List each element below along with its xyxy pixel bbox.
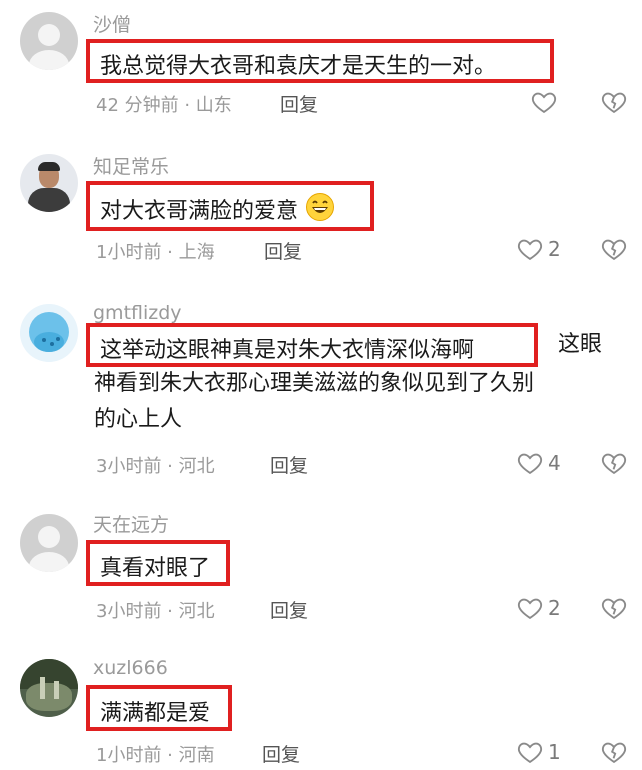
highlighted-comment-text: 真看对眼了 [86, 540, 230, 586]
comment-item: 知足常乐 对大衣哥满脸的爱意 1小时前 · 上海 回复 2 [0, 140, 642, 290]
heart-icon[interactable] [530, 88, 558, 116]
comment-text: 真看对眼了 [100, 556, 211, 581]
broken-heart-icon[interactable] [600, 235, 628, 263]
heart-icon[interactable] [516, 594, 544, 622]
highlighted-comment-text: 满满都是爱 [86, 685, 232, 731]
comment-time-location: 3小时前 · 河北 [96, 456, 215, 477]
username[interactable]: gmtflizdy [93, 302, 182, 324]
highlighted-comment-text: 我总觉得大衣哥和袁庆才是天生的一对。 [86, 39, 554, 83]
like-count: 1 [548, 740, 561, 764]
comment-time-location: 1小时前 · 上海 [96, 242, 215, 263]
username[interactable]: 知足常乐 [93, 152, 169, 179]
comment-text-continuation: 这眼 [558, 332, 603, 357]
username[interactable]: 天在远方 [93, 510, 169, 537]
like-count: 4 [548, 451, 561, 475]
comment-item: xuzl666 满满都是爱 1小时前 · 河南 回复 1 [0, 645, 642, 770]
comment-time-location: 3小时前 · 河北 [96, 601, 215, 622]
comment-text-continuation: 的心上人 [94, 407, 183, 432]
broken-heart-icon[interactable] [600, 88, 628, 116]
comment-item: 天在远方 真看对眼了 3小时前 · 河北 回复 2 [0, 500, 642, 645]
avatar[interactable] [20, 154, 78, 212]
reply-button[interactable]: 回复 [264, 237, 302, 264]
reply-button[interactable]: 回复 [270, 451, 308, 478]
avatar[interactable] [20, 304, 78, 362]
broken-heart-icon[interactable] [600, 738, 628, 766]
comment-text: 这举动这眼神真是对朱大衣情深似海啊 [100, 338, 475, 363]
reply-button[interactable]: 回复 [270, 596, 308, 623]
comment-text: 满满都是爱 [100, 701, 211, 726]
comment-text: 对大衣哥满脸的爱意 [100, 192, 335, 225]
avatar[interactable] [20, 659, 78, 717]
username[interactable]: 沙僧 [93, 10, 131, 37]
comment-item: gmtflizdy 这举动这眼神真是对朱大衣情深似海啊 这眼 神看到朱大衣那心理… [0, 290, 642, 500]
heart-icon[interactable] [516, 449, 544, 477]
avatar[interactable] [20, 514, 78, 572]
grinning-face-emoji-icon [306, 193, 335, 221]
username[interactable]: xuzl666 [93, 657, 168, 679]
broken-heart-icon[interactable] [600, 449, 628, 477]
broken-heart-icon[interactable] [600, 594, 628, 622]
reply-button[interactable]: 回复 [280, 90, 318, 117]
comment-time-location: 1小时前 · 河南 [96, 745, 215, 766]
reply-button[interactable]: 回复 [262, 740, 300, 767]
like-count: 2 [548, 237, 561, 261]
comment-text-continuation: 神看到朱大衣那心理美滋滋的象似见到了久别 [94, 371, 535, 396]
like-count: 2 [548, 596, 561, 620]
avatar[interactable] [20, 12, 78, 70]
comment-item: 沙僧 我总觉得大衣哥和袁庆才是天生的一对。 42 分钟前 · 山东 回复 [0, 0, 642, 140]
heart-icon[interactable] [516, 738, 544, 766]
comment-time-location: 42 分钟前 · 山东 [96, 95, 232, 116]
highlighted-comment-text: 对大衣哥满脸的爱意 [86, 181, 374, 231]
comment-text: 我总觉得大衣哥和袁庆才是天生的一对。 [100, 54, 497, 79]
heart-icon[interactable] [516, 235, 544, 263]
highlighted-comment-text: 这举动这眼神真是对朱大衣情深似海啊 [86, 323, 538, 367]
